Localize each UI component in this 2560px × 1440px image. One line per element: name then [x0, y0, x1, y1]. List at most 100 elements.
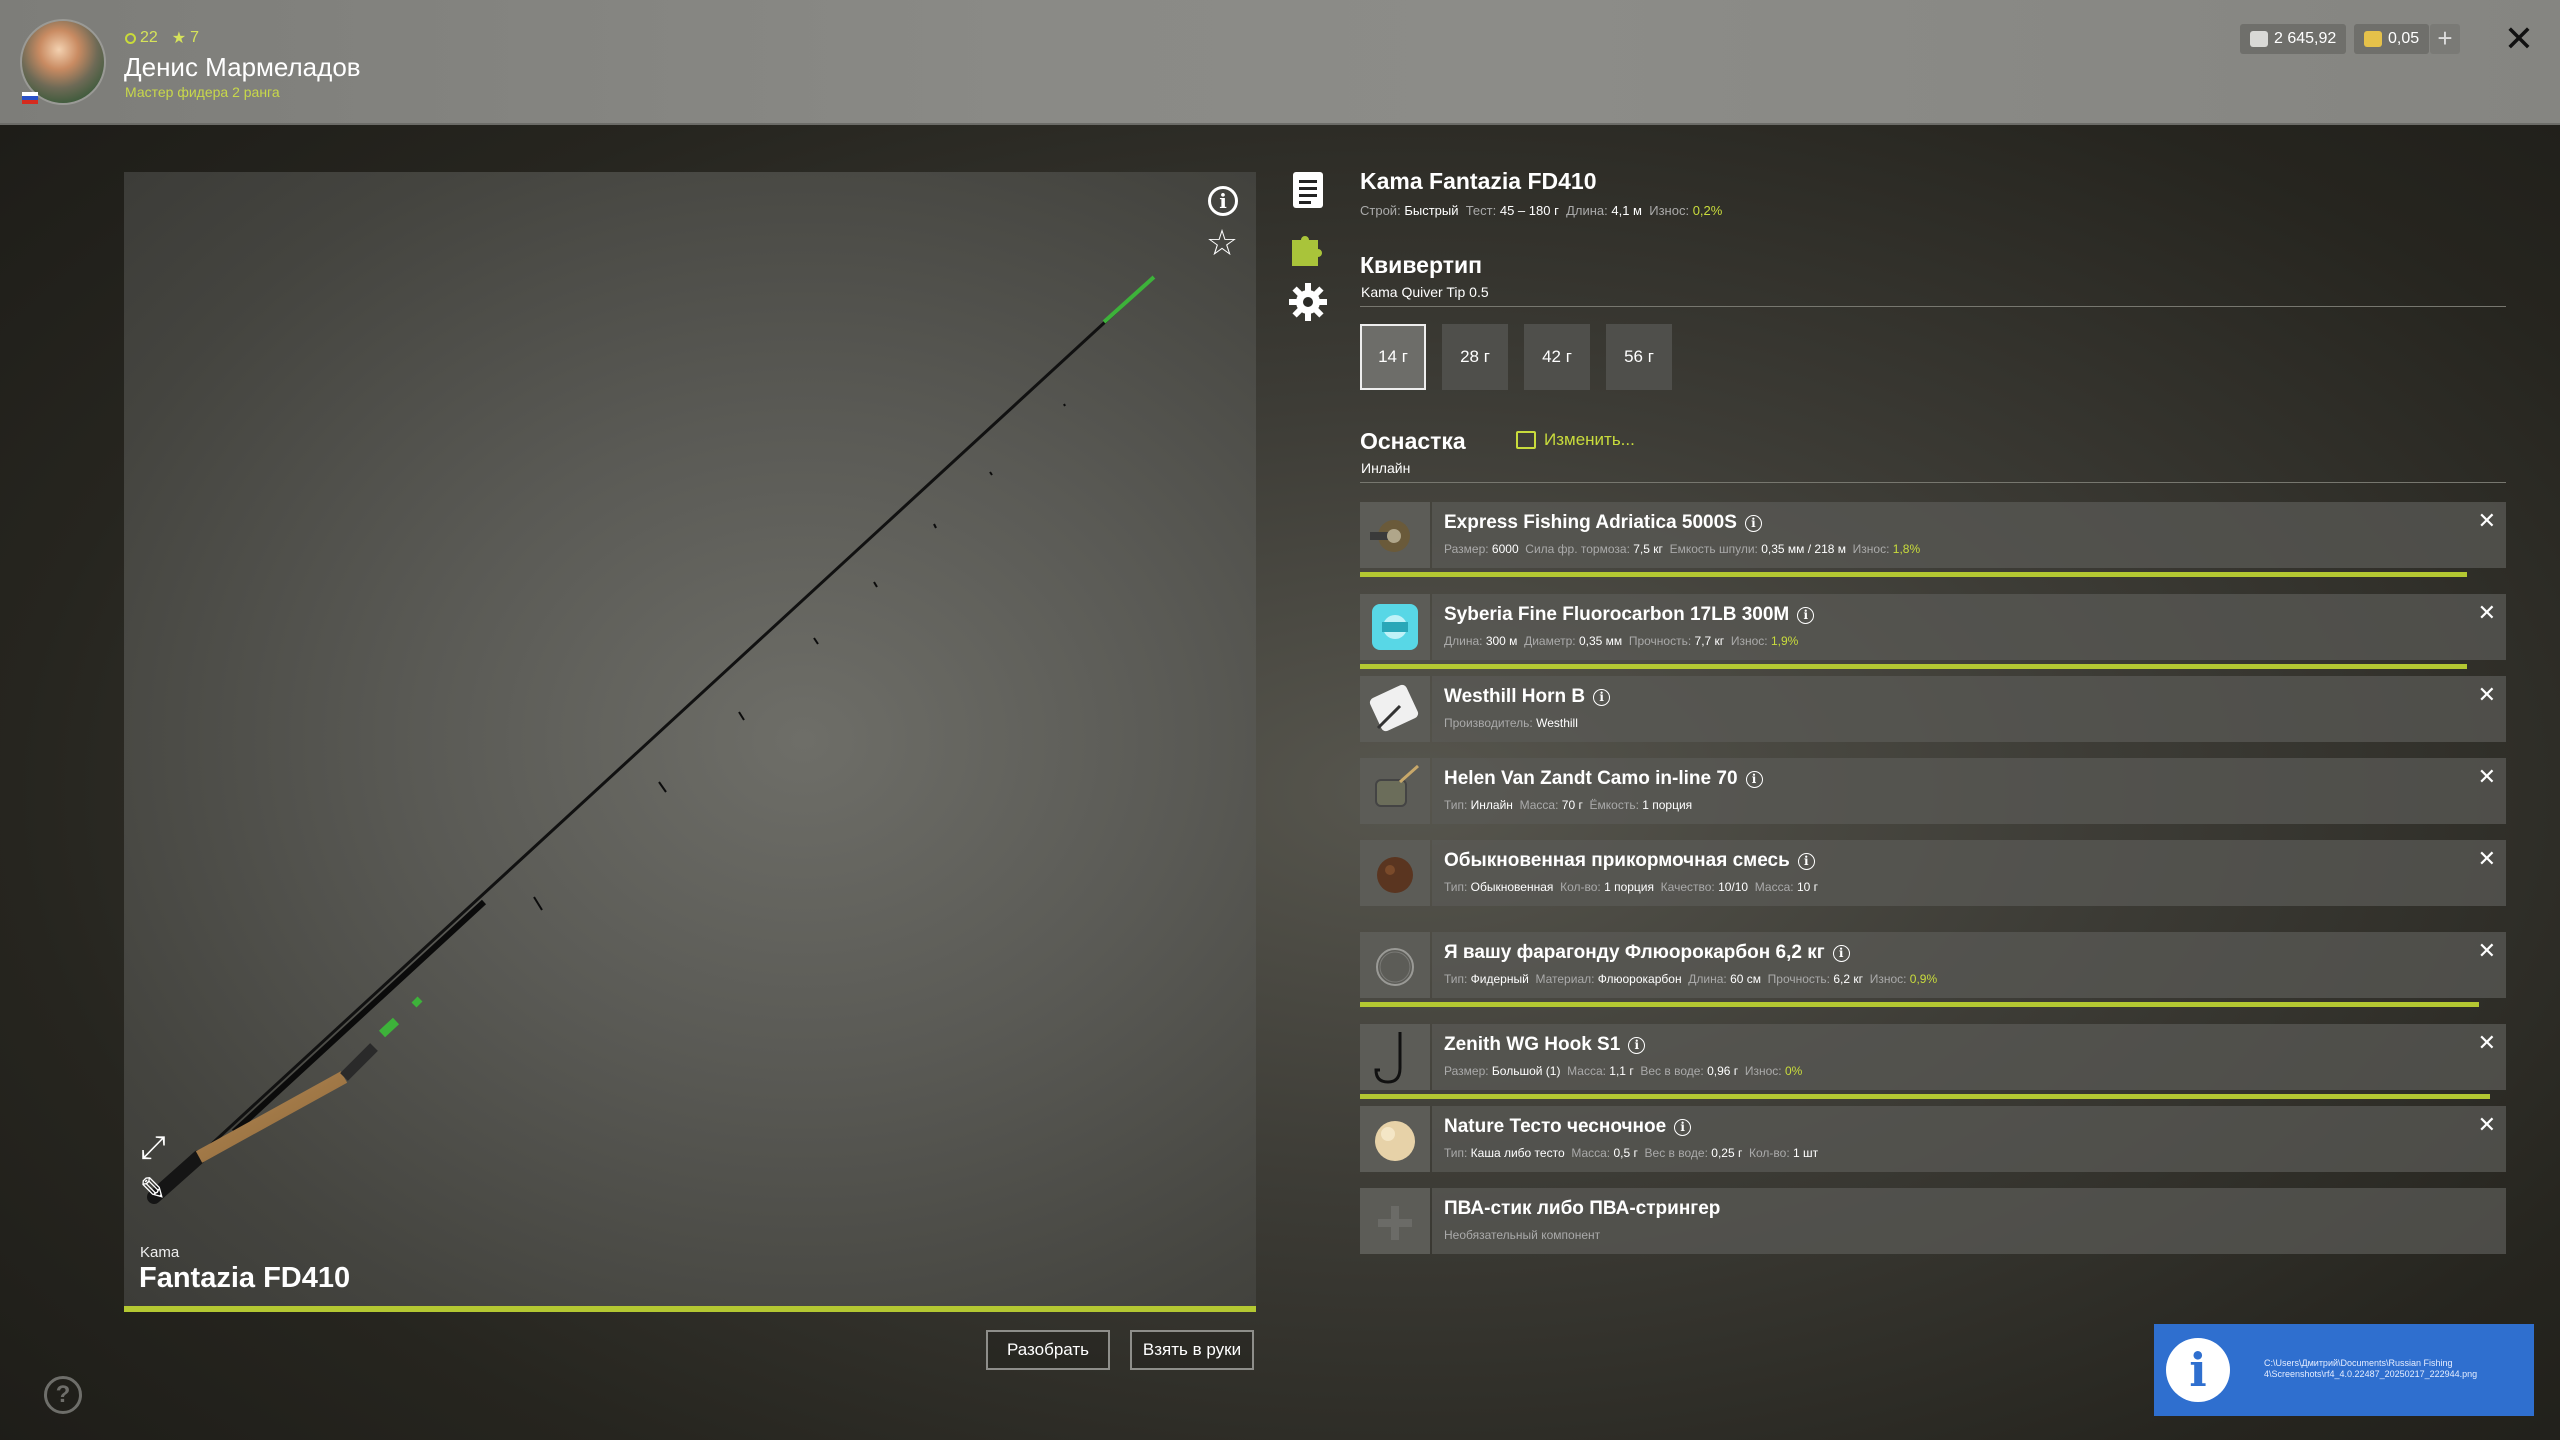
tackle-type: Инлайн — [1361, 460, 1411, 476]
help-icon[interactable]: ? — [44, 1376, 82, 1414]
tackle-item[interactable]: Я вашу фарагонду Флюорокарбон 6,2 кг i Тип… — [1360, 932, 2506, 1007]
country-flag-icon — [22, 92, 38, 104]
edit-tackle-link[interactable]: Изменить... — [1516, 430, 1635, 450]
prop-label: Износ: — [1744, 1064, 1785, 1078]
remove-item-button[interactable]: ✕ — [2478, 1030, 2496, 1056]
rename-pen-icon[interactable]: ✎ — [136, 1172, 170, 1206]
description-icon[interactable] — [1288, 170, 1328, 210]
prop-value: Westhill — [1536, 716, 1578, 730]
prop-label: Кол-во: — [1749, 1146, 1793, 1160]
prop-label: Длина: — [1444, 634, 1486, 648]
settings-gear-icon[interactable] — [1288, 282, 1328, 322]
item-name: ПВА-стик либо ПВА-стрингер — [1444, 1198, 1720, 1220]
prop-label: Необязательный компонент — [1444, 1228, 1601, 1242]
prop-value: 1,1 г — [1609, 1064, 1634, 1078]
prop-label: Диаметр: — [1524, 634, 1579, 648]
item-name-text: Обыкновенная прикормочная смесь — [1444, 850, 1790, 871]
player-name: Денис Мармеладов — [124, 52, 361, 82]
prop-value: Инлайн — [1470, 798, 1513, 812]
rod-action: Быстрый — [1404, 203, 1459, 218]
gold-value: 0,05 — [2388, 30, 2420, 47]
remove-item-button[interactable]: ✕ — [2478, 682, 2496, 708]
fullscreen-icon[interactable]: ⤢ — [136, 1130, 170, 1164]
prop-value: 1 шт — [1793, 1146, 1819, 1160]
item-thumbnail — [1360, 840, 1430, 906]
rod-brand: Kama — [140, 1244, 180, 1261]
item-condition-bar — [1360, 1094, 2490, 1099]
prop-label: Износ: — [1730, 634, 1771, 648]
rod-wear: 0,2% — [1692, 203, 1723, 218]
item-name-text: Я вашу фарагонду Флюорокарбон 6,2 кг — [1444, 942, 1825, 963]
tackle-item[interactable]: Zenith WG Hook S1 i Размер: Большой (1) Ма… — [1360, 1024, 2506, 1099]
tackle-item[interactable]: Обыкновенная прикормочная смесь i Тип: Обы… — [1360, 840, 2506, 906]
item-info-icon[interactable]: i — [1745, 770, 1763, 788]
item-properties: Производитель: Westhill — [1444, 716, 1578, 730]
prop-value: 0,9% — [1909, 972, 1938, 986]
remove-item-button[interactable]: ✕ — [2478, 764, 2496, 790]
weight-option[interactable]: 42 г — [1524, 324, 1590, 390]
item-thumbnail — [1360, 502, 1430, 568]
prop-label: Износ: — [1869, 972, 1910, 986]
prop-label: Кол-во: — [1560, 880, 1605, 894]
rod-model: Fantazia FD410 — [139, 1262, 351, 1294]
prop-label: Тип: — [1444, 798, 1471, 812]
prop-value: 7,7 кг — [1694, 634, 1725, 648]
item-info-icon[interactable]: i — [1797, 852, 1815, 870]
item-thumbnail — [1360, 676, 1430, 742]
screenshot-notification[interactable]: i C:\Users\Дмитрий\Documents\Russian Fis… — [2154, 1324, 2534, 1416]
item-info-icon[interactable]: i — [1744, 514, 1762, 532]
item-name-text: Zenith WG Hook S1 — [1444, 1034, 1621, 1055]
item-properties: Размер: 6000 Сила фр. тормоза: 7,5 кг Ем… — [1444, 542, 1920, 556]
info-notification-icon: i — [2166, 1338, 2230, 1402]
prop-value: 7,5 кг — [1633, 542, 1663, 556]
item-name: Syberia Fine Fluorocarbon 17LB 300M i — [1444, 604, 1815, 626]
weight-option[interactable]: 14 г — [1360, 324, 1426, 390]
prop-value: 70 г — [1561, 798, 1583, 812]
prop-value: 6000 — [1491, 542, 1519, 556]
item-info-icon[interactable]: i — [1628, 1036, 1646, 1054]
item-info-icon[interactable]: i — [1797, 606, 1815, 624]
disassemble-button[interactable]: Разобрать — [986, 1330, 1110, 1370]
prop-label: Сила фр. тормоза: — [1525, 542, 1634, 556]
prop-label: Производитель: — [1444, 716, 1537, 730]
tackle-item[interactable]: Nature Тесто чесночное i Тип: Каша либо те… — [1360, 1106, 2506, 1172]
prop-value: 0,5 г — [1613, 1146, 1638, 1160]
prop-value: 10/10 — [1718, 880, 1749, 894]
prop-label: Материал: — [1535, 972, 1598, 986]
weight-option[interactable]: 56 г — [1606, 324, 1672, 390]
item-info-icon[interactable]: i — [1593, 688, 1611, 706]
rod-viewer[interactable] — [124, 172, 1256, 1308]
favorite-star-icon[interactable]: ☆ — [1205, 225, 1239, 261]
take-in-hands-button[interactable]: Взять в руки — [1130, 1330, 1254, 1370]
rod-length: 4,1 м — [1611, 203, 1642, 218]
hook-icon — [1374, 1032, 1402, 1084]
item-name-text: Express Fishing Adriatica 5000S — [1444, 512, 1737, 533]
item-properties: Тип: Фидерный Материал: Флюорокарбон Дли… — [1444, 972, 1937, 986]
remove-item-button[interactable]: ✕ — [2478, 600, 2496, 626]
remove-item-button[interactable]: ✕ — [2478, 1112, 2496, 1138]
tackle-item[interactable]: Express Fishing Adriatica 5000S i Размер: … — [1360, 502, 2506, 577]
prop-value: Фидерный — [1470, 972, 1529, 986]
remove-item-button[interactable]: ✕ — [2478, 938, 2496, 964]
rod-3d-model[interactable] — [124, 172, 1256, 1308]
rod-wear-label: Износ: — [1649, 203, 1690, 218]
tackle-item[interactable]: Helen Van Zandt Camo in-line 70 i Тип: Инл… — [1360, 758, 2506, 824]
add-gold-button[interactable]: + — [2430, 24, 2460, 54]
close-button[interactable]: ✕ — [2502, 21, 2536, 57]
prop-value: 1 порция — [1642, 798, 1693, 812]
item-info-icon[interactable]: i — [1674, 1118, 1692, 1136]
prop-label: Вес в воде: — [1644, 1146, 1712, 1160]
tackle-item[interactable]: Syberia Fine Fluorocarbon 17LB 300M i Длин… — [1360, 594, 2506, 669]
prop-label: Масса: — [1571, 1146, 1614, 1160]
assembly-puzzle-icon[interactable] — [1288, 228, 1328, 268]
weight-option[interactable]: 28 г — [1442, 324, 1508, 390]
info-icon[interactable]: i — [1208, 186, 1238, 216]
tackle-item[interactable]: ПВА-стик либо ПВА-стрингер Необязательный… — [1360, 1188, 2506, 1254]
tackle-item[interactable]: Westhill Horn B i Производитель: Westhill ✕ — [1360, 676, 2506, 742]
remove-item-button[interactable]: ✕ — [2478, 846, 2496, 872]
item-info-icon[interactable]: i — [1832, 944, 1850, 962]
item-name: Обыкновенная прикормочная смесь i — [1444, 850, 1815, 872]
prop-label: Тип: — [1444, 880, 1471, 894]
remove-item-button[interactable]: ✕ — [2478, 508, 2496, 534]
level-stat: 22 — [125, 29, 158, 47]
